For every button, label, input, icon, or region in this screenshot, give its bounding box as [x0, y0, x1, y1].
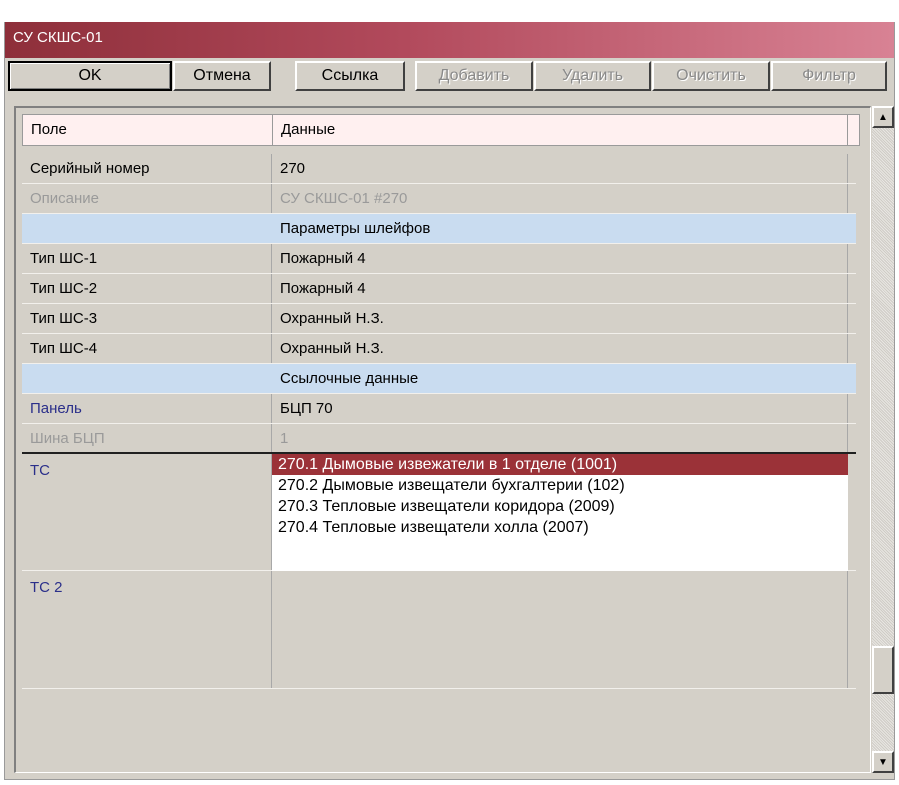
grid-row-loop2[interactable]: Тип ШС-2 Пожарный 4	[22, 274, 856, 304]
grid-row-serial[interactable]: Серийный номер 270	[22, 154, 856, 184]
section-title: Параметры шлейфов	[280, 220, 431, 237]
field-label: Тип ШС-2	[30, 280, 98, 297]
grid-row-description[interactable]: Описание СУ СКШС-01 #270	[22, 184, 856, 214]
grid-row-tc2[interactable]: ТС 2	[22, 571, 856, 689]
field-label: Тип ШС-4	[30, 340, 98, 357]
column-header-data[interactable]: Данные	[273, 115, 848, 145]
field-label: Тип ШС-1	[30, 250, 98, 267]
grid-row-loop4[interactable]: Тип ШС-4 Охранный Н.З.	[22, 334, 856, 364]
column-header-field[interactable]: Поле	[23, 115, 273, 145]
field-label: Описание	[30, 190, 100, 207]
list-item[interactable]: 270.3 Тепловые извещатели коридора (2009…	[272, 496, 848, 517]
field-label: Шина БЦП	[30, 430, 105, 447]
grid-row-loop3[interactable]: Тип ШС-3 Охранный Н.З.	[22, 304, 856, 334]
arrow-down-icon[interactable]: ▼	[872, 751, 894, 773]
field-value[interactable]: БЦП 70	[280, 400, 333, 417]
field-label: Панель	[30, 400, 82, 417]
clear-button[interactable]: Очистить	[652, 61, 770, 91]
field-value: СУ СКШС-01 #270	[280, 190, 408, 207]
grid-row-tc[interactable]: ТС 270.1 Дымовые извежатели в 1 отделе (…	[22, 454, 856, 571]
vertical-scrollbar[interactable]: ▲ ▼	[872, 106, 894, 773]
section-reference-data: Ссылочные данные	[22, 364, 856, 394]
add-button[interactable]: Добавить	[415, 61, 533, 91]
field-label: ТС	[30, 462, 50, 479]
arrow-up-icon[interactable]: ▲	[872, 106, 894, 128]
window-title: СУ СКШС-01	[13, 29, 103, 46]
grid-header: Поле Данные	[22, 114, 860, 146]
field-label: Тип ШС-3	[30, 310, 98, 327]
cancel-button[interactable]: Отмена	[173, 61, 271, 91]
grid-row-panel[interactable]: Панель БЦП 70	[22, 394, 856, 424]
property-grid: Поле Данные Серийный номер 270 Описание …	[14, 106, 871, 773]
section-loop-params: Параметры шлейфов	[22, 214, 856, 244]
link-button[interactable]: Ссылка	[295, 61, 405, 91]
list-item[interactable]: 270.1 Дымовые извежатели в 1 отделе (100…	[272, 454, 848, 475]
toolbar: OK Отмена Ссылка Добавить Удалить Очисти…	[5, 59, 894, 93]
grid-row-bus[interactable]: Шина БЦП 1	[22, 424, 856, 454]
field-value[interactable]: Пожарный 4	[280, 250, 366, 267]
filter-button[interactable]: Фильтр	[771, 61, 887, 91]
tc-listbox[interactable]: 270.1 Дымовые извежатели в 1 отделе (100…	[272, 454, 848, 571]
list-item[interactable]: 270.4 Тепловые извещатели холла (2007)	[272, 517, 848, 538]
grid-row-loop1[interactable]: Тип ШС-1 Пожарный 4	[22, 244, 856, 274]
scrollbar-thumb[interactable]	[872, 646, 894, 694]
ok-button[interactable]: OK	[8, 61, 172, 91]
title-bar: СУ СКШС-01	[5, 22, 894, 58]
field-value[interactable]: Охранный Н.З.	[280, 340, 384, 357]
section-title: Ссылочные данные	[280, 370, 419, 387]
list-item[interactable]: 270.2 Дымовые извещатели бухгалтерии (10…	[272, 475, 848, 496]
field-label: Серийный номер	[30, 160, 150, 177]
field-value: 1	[280, 430, 289, 447]
field-label: ТС 2	[30, 579, 63, 596]
field-value[interactable]: Охранный Н.З.	[280, 310, 384, 327]
field-value[interactable]: 270	[280, 160, 305, 177]
delete-button[interactable]: Удалить	[534, 61, 651, 91]
tc2-value[interactable]	[272, 571, 848, 688]
field-value[interactable]: Пожарный 4	[280, 280, 366, 297]
